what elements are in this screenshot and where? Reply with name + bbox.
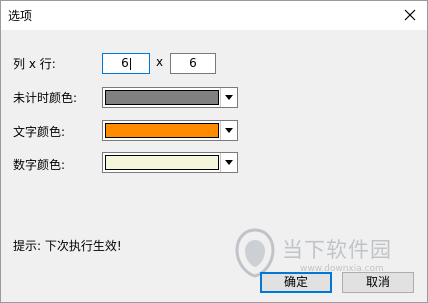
untimed-color-swatch (105, 90, 219, 105)
close-icon (404, 9, 416, 21)
dropdown-arrow[interactable] (220, 88, 237, 107)
number-color-swatch (105, 155, 219, 170)
rows-input[interactable]: 6 (170, 53, 216, 74)
columns-value: 6 (121, 56, 129, 70)
text-color-label: 文字颜色: (13, 125, 66, 139)
number-color-label: 数字颜色: (13, 158, 66, 172)
hint-text: 提示: 下次执行生效! (13, 239, 122, 253)
untimed-color-select[interactable] (102, 87, 238, 108)
number-color-select[interactable] (102, 152, 238, 173)
columns-input[interactable]: 6 (102, 53, 150, 74)
watermark-name: 当下软件园 (282, 238, 392, 262)
untimed-color-label: 未计时颜色: (13, 91, 78, 105)
cancel-button[interactable]: 取消 (342, 272, 414, 293)
chevron-down-icon (225, 128, 233, 133)
grid-size-label: 列 x 行: (13, 57, 56, 71)
grid-separator: x (156, 55, 164, 69)
chevron-down-icon (225, 160, 233, 165)
text-caret (129, 57, 131, 70)
text-color-select[interactable] (102, 120, 238, 141)
close-button[interactable] (399, 4, 421, 26)
dropdown-arrow[interactable] (220, 121, 237, 140)
text-color-swatch (105, 123, 219, 138)
window-title: 选项 (8, 9, 33, 23)
title-bar: 选项 (0, 0, 428, 30)
dropdown-arrow[interactable] (220, 153, 237, 172)
downxia-logo (235, 228, 275, 278)
rows-value: 6 (189, 56, 197, 70)
chevron-down-icon (225, 95, 233, 100)
ok-button[interactable]: 确定 (260, 272, 332, 293)
